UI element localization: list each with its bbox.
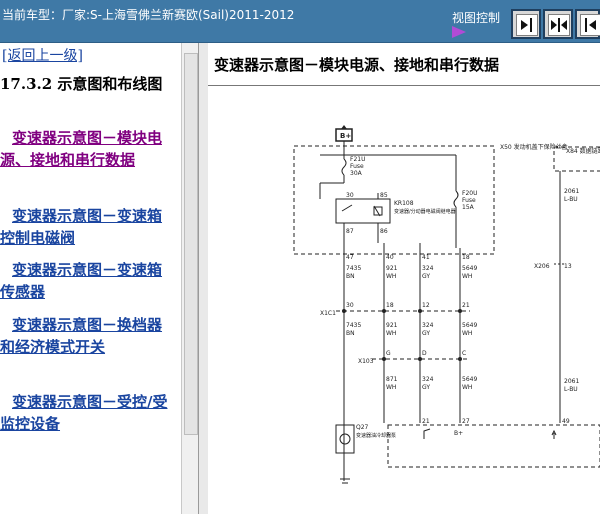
mid-wire-color-3: GY bbox=[422, 330, 430, 337]
x1c1-pin-2: 18 bbox=[386, 302, 394, 309]
relay-pin-86: 86 bbox=[380, 228, 388, 235]
mid-wire-circuit-2: 921 bbox=[386, 322, 398, 329]
restore-split-button[interactable] bbox=[543, 9, 573, 39]
current-vehicle-title: 当前车型：厂家:S-上海雪佛兰新赛欧(Sail)2011-2012 bbox=[2, 8, 295, 22]
play-arrow-icon bbox=[452, 26, 466, 38]
top-wire-pin-1: 47 bbox=[346, 254, 354, 261]
diagram-pane: 变速器示意图－模块电源、接地和串行数据 B+ X50 发动机盖下保险丝盒 X84… bbox=[208, 43, 600, 514]
mid-wire-circuit-1: 7435 bbox=[346, 322, 361, 329]
top-wire-pin-4: 18 bbox=[462, 254, 470, 261]
relay-pin-85: 85 bbox=[380, 192, 388, 199]
x103-pin-3: C bbox=[462, 350, 466, 357]
module-bplus-label: B+ bbox=[454, 430, 463, 437]
x1c1-pin-3: 12 bbox=[422, 302, 430, 309]
fuse-box-label: X50 发动机盖下保险丝盒 bbox=[500, 143, 568, 151]
right-box-label: X84 数据链路连接器 bbox=[566, 147, 600, 155]
fuse-f21u-rating: 30A bbox=[350, 170, 363, 177]
arrow-from-bar-icon bbox=[580, 14, 600, 36]
collapse-sidebar-button[interactable] bbox=[511, 9, 541, 39]
top-wire-color-2: WH bbox=[386, 273, 396, 280]
top-wire-pin-3: 41 bbox=[422, 254, 430, 261]
splice-x206-label: X206 bbox=[534, 263, 550, 270]
fuse-f21u-name: F21U bbox=[350, 156, 365, 163]
view-control-label: 视图控制 bbox=[452, 11, 501, 25]
right-wire-color: L-BU bbox=[564, 196, 578, 203]
mid-wire-circuit-3: 324 bbox=[422, 322, 434, 329]
mid-wire-color-1: BN bbox=[346, 330, 355, 337]
fuse-f20u-type: Fuse bbox=[462, 197, 476, 204]
sidebar-item-solenoid-valves[interactable]: 变速器示意图－变速箱控制电磁阀 bbox=[0, 205, 176, 249]
scrollbar-thumb[interactable] bbox=[184, 53, 198, 435]
top-wire-circuit-3: 324 bbox=[422, 265, 434, 272]
top-toolbar: 当前车型：厂家:S-上海雪佛兰新赛欧(Sail)2011-2012 视图控制 bbox=[0, 0, 600, 43]
x103-pin-1: G bbox=[386, 350, 391, 357]
module-pin-3: 49 bbox=[562, 418, 570, 425]
mid-wire-color-2: WH bbox=[386, 330, 396, 337]
wiring-diagram: B+ X50 发动机盖下保险丝盒 X84 数据链路连接器 F21U Fuse 3… bbox=[293, 125, 600, 484]
connector-x103-label: X103 bbox=[358, 358, 374, 365]
control-module-outline bbox=[387, 424, 600, 468]
relay-pin-87: 87 bbox=[346, 228, 354, 235]
low-wire-circuit-3: 5649 bbox=[462, 376, 477, 383]
right-wire-lower-color: L-BU bbox=[564, 386, 578, 393]
low-wire-circuit-1: 871 bbox=[386, 376, 398, 383]
top-wire-color-1: BN bbox=[346, 273, 355, 280]
ground-device-name: Q27 bbox=[356, 424, 369, 431]
x1c1-pin-4: 21 bbox=[462, 302, 470, 309]
top-wire-circuit-4: 5649 bbox=[462, 265, 477, 272]
battery-label: B+ bbox=[340, 132, 351, 140]
low-wire-color-3: WH bbox=[462, 384, 472, 391]
fuse-f20u-name: F20U bbox=[462, 190, 477, 197]
top-wire-circuit-1: 7435 bbox=[346, 265, 361, 272]
sidebar-nav: [返回上一级] 17.3.2 示意图和布线图 变速器示意图－模块电源、接地和串行… bbox=[0, 43, 178, 514]
sidebar-item-controlled-devices[interactable]: 变速器示意图－受控/受监控设备 bbox=[0, 391, 176, 435]
top-wire-circuit-2: 921 bbox=[386, 265, 398, 272]
sidebar-item-shifter-economy-switch[interactable]: 变速器示意图－换档器和经济模式开关 bbox=[0, 314, 176, 358]
sidebar-item-power-ground-serial[interactable]: 变速器示意图－模块电源、接地和串行数据 bbox=[0, 127, 176, 171]
sidebar-scrollbar[interactable] bbox=[181, 43, 199, 514]
top-wire-color-3: GY bbox=[422, 273, 430, 280]
mid-wire-color-4: WH bbox=[462, 330, 472, 337]
top-wire-color-4: WH bbox=[462, 273, 472, 280]
fuse-f21u-type: Fuse bbox=[350, 163, 364, 170]
right-wire-lower-circuit: 2061 bbox=[564, 378, 579, 385]
connector-x1c1-label: X1C1 bbox=[320, 310, 336, 317]
sidebar-item-sensors[interactable]: 变速器示意图－变速箱传感器 bbox=[0, 259, 176, 303]
relay-name: KR108 bbox=[394, 200, 414, 207]
low-wire-color-2: GY bbox=[422, 384, 430, 391]
section-title: 17.3.2 示意图和布线图 bbox=[0, 75, 163, 93]
module-pin-1: 21 bbox=[422, 418, 430, 425]
relay-pin-30: 30 bbox=[346, 192, 354, 199]
back-to-parent-link[interactable]: [返回上一级] bbox=[2, 45, 83, 65]
splice-x206-pin: 13 bbox=[564, 263, 572, 270]
mid-wire-circuit-4: 5649 bbox=[462, 322, 477, 329]
arrow-to-bar-icon bbox=[516, 14, 538, 36]
module-pin-2: 27 bbox=[462, 418, 470, 425]
low-wire-color-1: WH bbox=[386, 384, 396, 391]
low-wire-circuit-2: 324 bbox=[422, 376, 434, 383]
x1c1-pin-1: 30 bbox=[346, 302, 354, 309]
ground-device-desc: 变速器油冷却器泵 bbox=[356, 432, 396, 439]
fuse-f20u-rating: 15A bbox=[462, 204, 475, 211]
right-wire-circuit: 2061 bbox=[564, 188, 579, 195]
relay-desc: 变速器/分动器电磁阀继电器 bbox=[394, 208, 456, 215]
expand-sidebar-button[interactable] bbox=[575, 9, 600, 39]
x103-pin-2: D bbox=[422, 350, 427, 357]
top-wire-pin-2: 40 bbox=[386, 254, 394, 261]
split-arrows-icon bbox=[548, 14, 570, 36]
